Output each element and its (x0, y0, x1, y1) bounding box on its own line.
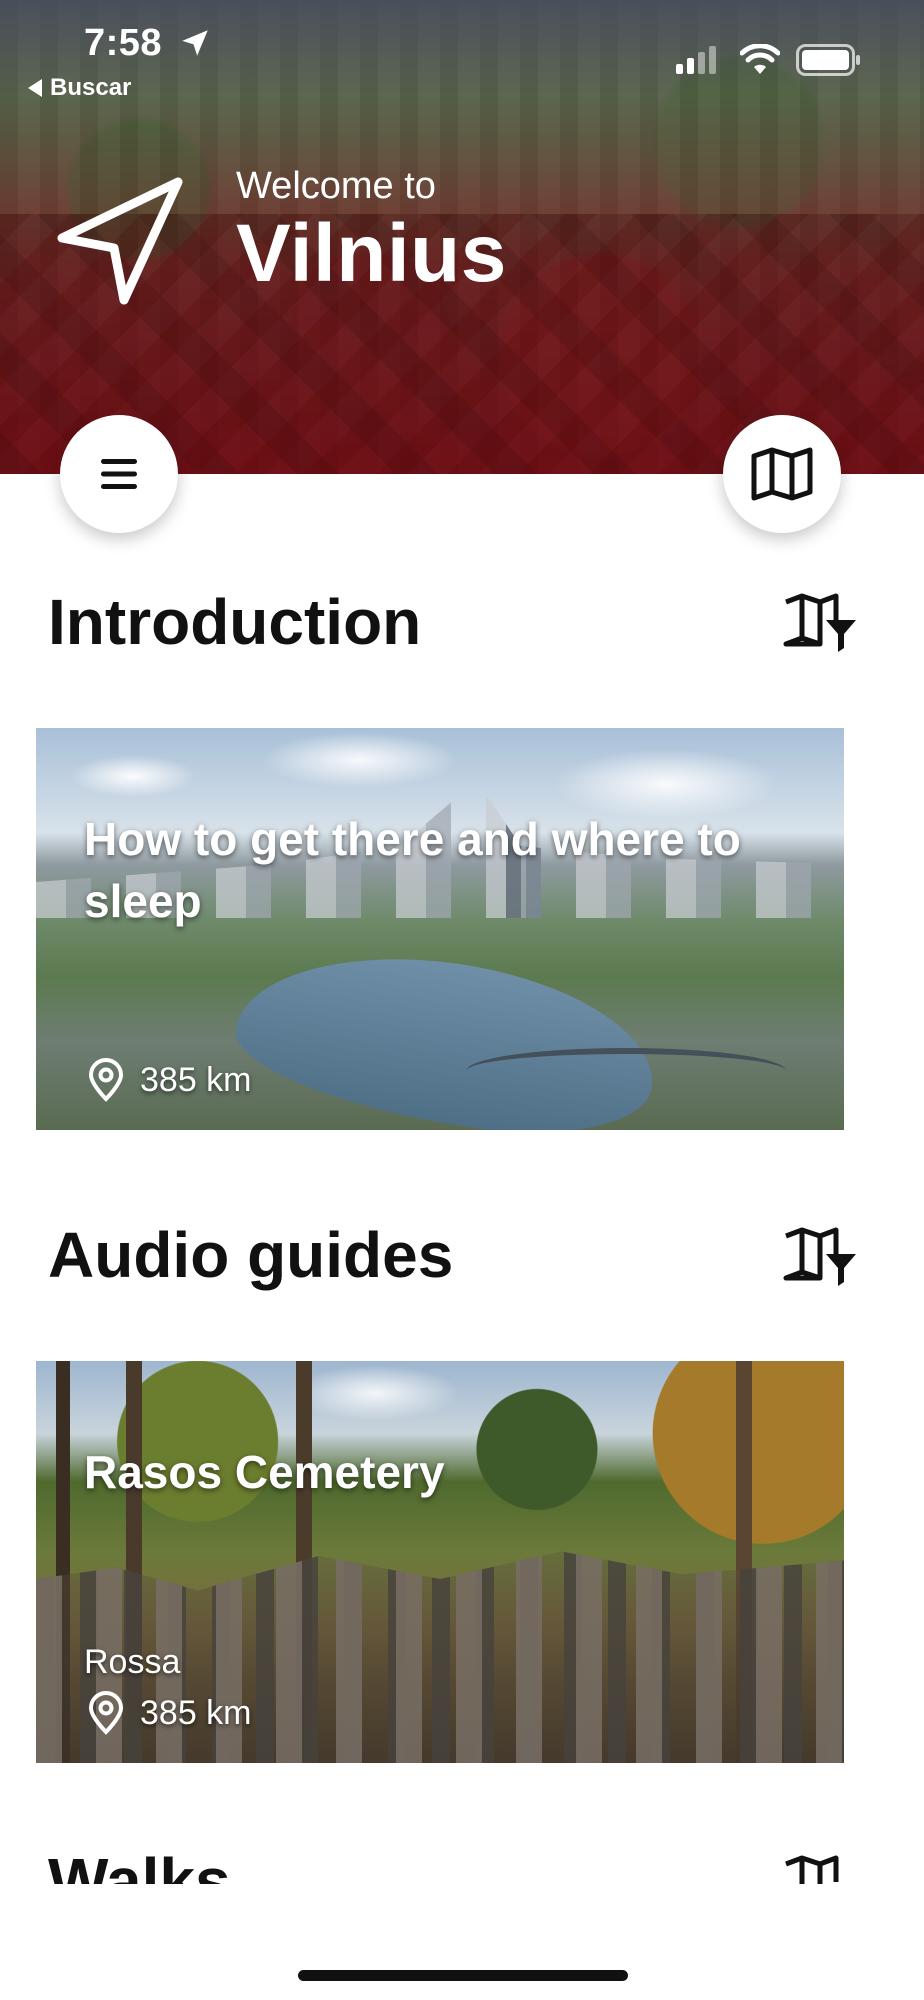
card-title: How to get there and where to sleep (84, 813, 741, 927)
folded-map-icon (751, 447, 813, 501)
section-title-introduction: Introduction (48, 586, 422, 658)
battery-icon (796, 44, 860, 76)
status-time: 7:58 (84, 22, 163, 64)
card-subtitle: Rossa (84, 1643, 181, 1681)
home-indicator[interactable] (298, 1970, 628, 1981)
header-banner: 7:58 Buscar Welcome to Vilnius (0, 0, 924, 474)
navigation-arrow-icon (57, 177, 183, 305)
city-title: Vilnius (236, 208, 507, 299)
map-view-button[interactable] (723, 415, 841, 533)
map-filter-icon[interactable] (782, 1224, 858, 1288)
cellular-signal-icon (676, 46, 716, 74)
distance-value: 385 km (140, 1693, 252, 1732)
card-distance: 385 km (84, 1058, 252, 1102)
section-title-walks: Walks (48, 1848, 231, 1884)
back-link-label: Buscar (50, 74, 132, 101)
status-bar: 7:58 Buscar (0, 0, 924, 110)
welcome-heading: Welcome to Vilnius (236, 164, 507, 300)
hamburger-menu-icon (101, 459, 137, 489)
walks-section-partial: Walks (0, 1848, 924, 1884)
location-pin-icon (88, 1058, 124, 1102)
distance-value: 385 km (140, 1060, 252, 1099)
location-services-icon (182, 30, 208, 56)
intro-card-how-to-get-there[interactable]: How to get there and where to sleep 385 … (36, 728, 844, 1130)
audio-guide-card-rasos-cemetery[interactable]: Rasos Cemetery Rossa 385 km (36, 1361, 844, 1763)
card-title: Rasos Cemetery (84, 1446, 445, 1498)
back-to-app-link[interactable]: Buscar (28, 74, 131, 102)
map-filter-icon[interactable] (782, 1852, 858, 1884)
welcome-subtitle: Welcome to (236, 165, 436, 207)
map-filter-icon[interactable] (782, 590, 858, 654)
wifi-icon (740, 44, 780, 74)
back-arrow-icon (28, 79, 42, 97)
location-pin-icon (88, 1691, 124, 1735)
card-distance: 385 km (84, 1691, 252, 1735)
menu-button[interactable] (60, 415, 178, 533)
section-title-audio-guides: Audio guides (48, 1219, 454, 1291)
